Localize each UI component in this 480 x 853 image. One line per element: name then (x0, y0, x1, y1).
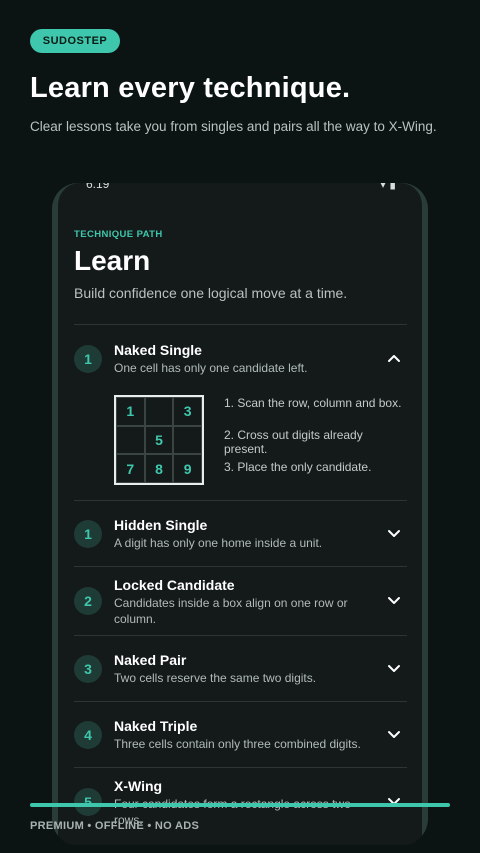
chevron-down-icon[interactable] (387, 596, 401, 606)
technique-row-naked-pair[interactable]: 3 Naked Pair Two cells reserve the same … (74, 635, 407, 702)
promo-headline: Learn every technique. (30, 72, 351, 104)
grid-cell (144, 397, 174, 426)
technique-title: Locked Candidate (114, 577, 235, 593)
progress-bar (30, 803, 450, 807)
grid-cell: 1 (116, 397, 145, 426)
app-screen: 6:19 ▾ ▮ TECHNIQUE PATH Learn Build conf… (58, 183, 422, 845)
step-number-badge: 5 (74, 788, 102, 816)
status-time: 6:19 (86, 183, 110, 191)
chevron-down-icon[interactable] (387, 730, 401, 740)
chevron-down-icon[interactable] (387, 529, 401, 539)
technique-row-naked-single[interactable]: 1 Naked Single One cell has only one can… (74, 324, 407, 501)
promo-subhead: Clear lessons take you from singles and … (30, 119, 437, 134)
instruction-step-2: 2. Cross out digits already present. (224, 428, 363, 456)
step-number-badge: 1 (74, 520, 102, 548)
grid-cell (116, 425, 145, 455)
grid-cell: 7 (116, 454, 145, 483)
technique-description: Candidates inside a box align on one row… (114, 596, 348, 626)
technique-title: X-Wing (114, 778, 163, 794)
step-number-badge: 2 (74, 587, 102, 615)
grid-cell: 3 (173, 397, 202, 426)
grid-cell: 9 (173, 454, 202, 483)
instruction-step-1: 1. Scan the row, column and box. (224, 396, 402, 410)
grid-cell: 5 (144, 425, 174, 455)
chevron-down-icon[interactable] (387, 664, 401, 674)
step-number-badge: 1 (74, 345, 102, 373)
feature-tagline: PREMIUM • OFFLINE • NO ADS (30, 820, 200, 832)
technique-title: Naked Single (114, 342, 202, 358)
grid-cell: 8 (144, 454, 174, 483)
technique-title: Hidden Single (114, 517, 208, 533)
chevron-up-icon[interactable] (387, 353, 401, 363)
technique-row-naked-triple[interactable]: 4 Naked Triple Three cells contain only … (74, 701, 407, 768)
status-icons: ▾ ▮ (380, 183, 396, 191)
sudoku-example-grid: 1 3 5 7 8 9 (114, 395, 204, 485)
technique-row-hidden-single[interactable]: 1 Hidden Single A digit has only one hom… (74, 500, 407, 567)
progress-bar-fill (30, 803, 450, 807)
instruction-step-3: 3. Place the only candidate. (224, 460, 372, 474)
grid-cell (173, 425, 202, 455)
step-number-badge: 3 (74, 655, 102, 683)
technique-description: A digit has only one home inside a unit. (114, 536, 323, 550)
technique-path-label: TECHNIQUE PATH (74, 229, 163, 240)
technique-title: Naked Pair (114, 652, 187, 668)
step-number-badge: 4 (74, 721, 102, 749)
technique-title: Naked Triple (114, 718, 198, 734)
technique-description: Two cells reserve the same two digits. (114, 671, 317, 685)
page-subtitle: Build confidence one logical move at a t… (74, 285, 348, 301)
status-bar: 6:19 ▾ ▮ (58, 183, 422, 193)
page-title: Learn (74, 245, 151, 276)
technique-description: Three cells contain only three combined … (114, 737, 361, 751)
brand-badge: SUDOSTEP (30, 29, 120, 53)
technique-description: One cell has only one candidate left. (114, 361, 308, 375)
phone-mockup: 6:19 ▾ ▮ TECHNIQUE PATH Learn Build conf… (52, 183, 428, 845)
technique-row-locked-candidate[interactable]: 2 Locked Candidate Candidates inside a b… (74, 566, 407, 636)
